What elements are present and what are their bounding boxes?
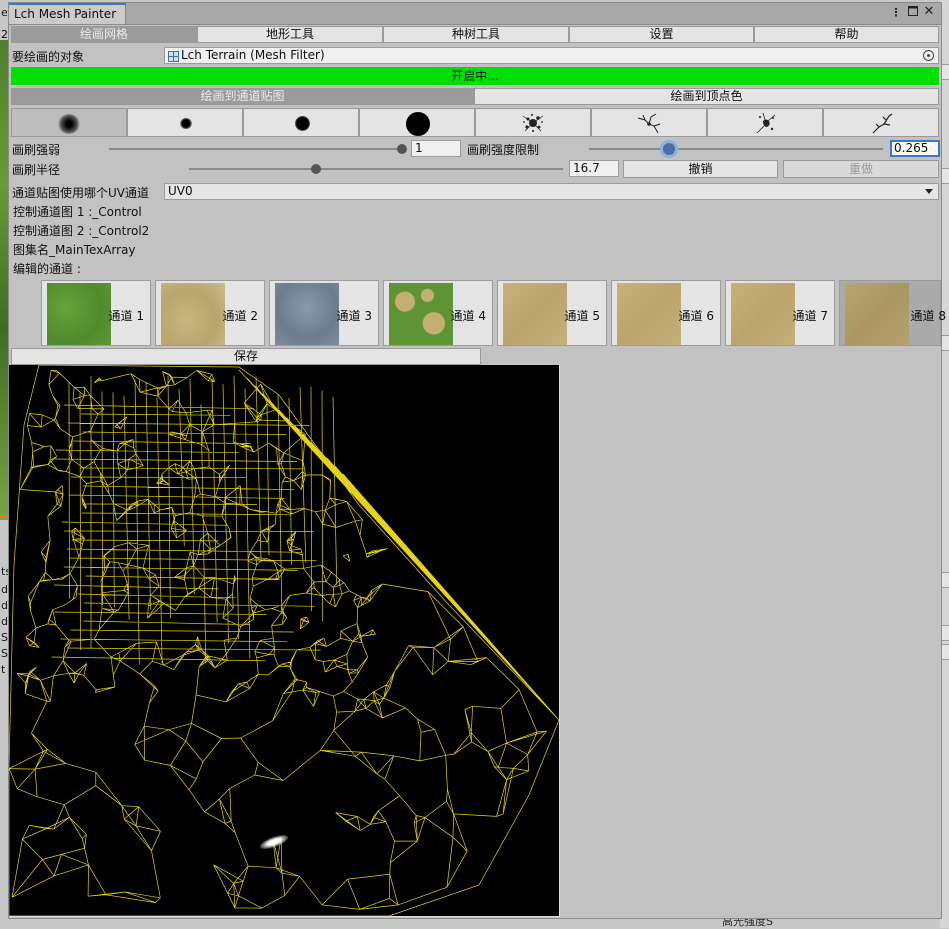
brush-strength-limit-input[interactable]: 0.265 [890,140,940,157]
background-fragment: S [1,647,8,660]
channel-button-1[interactable]: 通道 1 [41,280,151,346]
mesh-filter-icon [168,51,179,62]
wireframe-canvas [9,365,559,916]
tab-tree-tools[interactable]: 种树工具 [383,26,569,43]
background-fragment: S [1,631,8,644]
channel-label: 通道 4 [450,309,486,323]
brush-strength-limit-handle[interactable] [663,143,675,155]
save-button[interactable]: 保存 [11,348,481,365]
soft-brush-icon[interactable] [11,108,127,137]
uv-channel-value: UV0 [168,184,193,198]
close-icon[interactable]: ✕ [922,4,936,19]
channel-button-3[interactable]: 通道 3 [269,280,379,346]
branch-brush-icon[interactable] [823,108,939,137]
tab-paint-mesh[interactable]: 绘画网格 [11,26,197,43]
brush-radius-label: 画刷半径 [12,163,61,177]
channel-label: 通道 1 [108,309,144,323]
ink-brush-icon[interactable] [707,108,823,137]
crack-brush-icon[interactable] [591,108,707,137]
channel-label: 通道 6 [678,309,714,323]
channel-label: 通道 8 [910,309,946,323]
target-label: 要绘画的对象 [12,50,85,64]
object-picker-icon[interactable] [923,50,934,61]
redo-button[interactable]: 重做 [783,160,939,178]
sand-texture-thumbnail [161,283,225,345]
edit-channel-label: 编辑的通道 : [13,262,81,276]
brush-strength-label: 画刷强弱 [12,143,61,157]
brush-radius-input[interactable]: 16.7 [569,160,619,177]
sand-texture-thumbnail [731,283,795,345]
medium-dot-brush-icon[interactable] [243,108,359,137]
background-fragment: d [1,583,8,596]
window-title: Lch Mesh Painter [14,7,117,21]
tab-accent [9,3,126,5]
brush-strength-slider[interactable] [109,148,403,150]
target-object-field[interactable]: Lch Terrain (Mesh Filter) [164,47,939,64]
undo-button[interactable]: 撤销 [623,160,778,178]
brush-strength-handle[interactable] [397,144,407,154]
mesh-painter-window: Lch Mesh Painter ⋮ ✕ 绘画网格 地形工具 种树工具 设置 帮… [8,2,946,919]
grass-patches-texture-thumbnail [389,283,453,345]
channel-button-8[interactable]: 通道 8 [839,280,946,346]
tab-help[interactable]: 帮助 [754,26,939,43]
background-fragment: e [1,6,8,19]
paint-mode-tabs: 绘画到通道贴图 绘画到顶点色 [11,88,939,105]
control-map-1-info: 控制通道图 1 :_Control [13,205,142,219]
sand-texture-thumbnail [503,283,567,345]
main-toolbar: 绘画网格 地形工具 种树工具 设置 帮助 [11,26,939,43]
brush-strength-limit-slider[interactable] [589,148,883,150]
window-tab[interactable]: Lch Mesh Painter [9,3,126,24]
chevron-down-icon [925,189,933,194]
channel-label: 通道 5 [564,309,600,323]
uv-channel-label: 通道贴图使用哪个UV通道 [12,186,149,200]
channel-selector: 通道 1 通道 2 通道 3 通道 4 通道 5 通道 6 通道 7 通道 8 [41,280,946,346]
control-map-2-info: 控制通道图 2 :_Control2 [13,224,150,238]
brush-radius-slider[interactable] [189,168,563,170]
channel-button-2[interactable]: 通道 2 [155,280,265,346]
mesh-wire-lines [9,365,559,916]
channel-button-5[interactable]: 通道 5 [497,280,607,346]
channel-label: 通道 2 [222,309,258,323]
background-fragment: t [1,663,6,676]
small-dot-brush-icon[interactable] [127,108,243,137]
enable-toggle-bar[interactable]: 开启中... [11,67,939,85]
tab-paint-to-vertex-color[interactable]: 绘画到顶点色 [474,88,939,105]
large-dot-brush-icon[interactable] [359,108,475,137]
uv-wireframe-preview[interactable] [9,365,560,917]
grass-texture-thumbnail [47,283,111,345]
kebab-icon[interactable]: ⋮ [889,6,903,19]
background-fragment: 2 [1,28,8,41]
channel-label: 通道 3 [336,309,372,323]
window-tab-bar: Lch Mesh Painter ⋮ ✕ [9,3,941,25]
brush-palette [11,108,939,137]
channel-button-7[interactable]: 通道 7 [725,280,835,346]
channel-label: 通道 7 [792,309,828,323]
channel-button-6[interactable]: 通道 6 [611,280,721,346]
maximize-icon[interactable] [906,6,920,19]
rock-texture-thumbnail [275,283,339,345]
brush-strength-input[interactable]: 1 [411,140,461,157]
tab-paint-to-splatmap[interactable]: 绘画到通道贴图 [11,88,474,105]
channel-button-4[interactable]: 通道 4 [383,280,493,346]
background-fragment: d [1,615,8,628]
splatter-brush-icon[interactable] [475,108,591,137]
sand-texture-thumbnail [845,283,909,345]
tab-terrain-tools[interactable]: 地形工具 [197,26,383,43]
texture-array-info: 图集名_MainTexArray [13,243,136,257]
background-fragment: d [1,599,8,612]
sand-texture-thumbnail [617,283,681,345]
brush-radius-handle[interactable] [311,164,321,174]
tab-settings[interactable]: 设置 [569,26,754,43]
target-object-value: Lch Terrain (Mesh Filter) [181,48,325,62]
brush-strength-limit-label: 画刷强度限制 [467,143,540,157]
uv-channel-dropdown[interactable]: UV0 [164,183,939,200]
